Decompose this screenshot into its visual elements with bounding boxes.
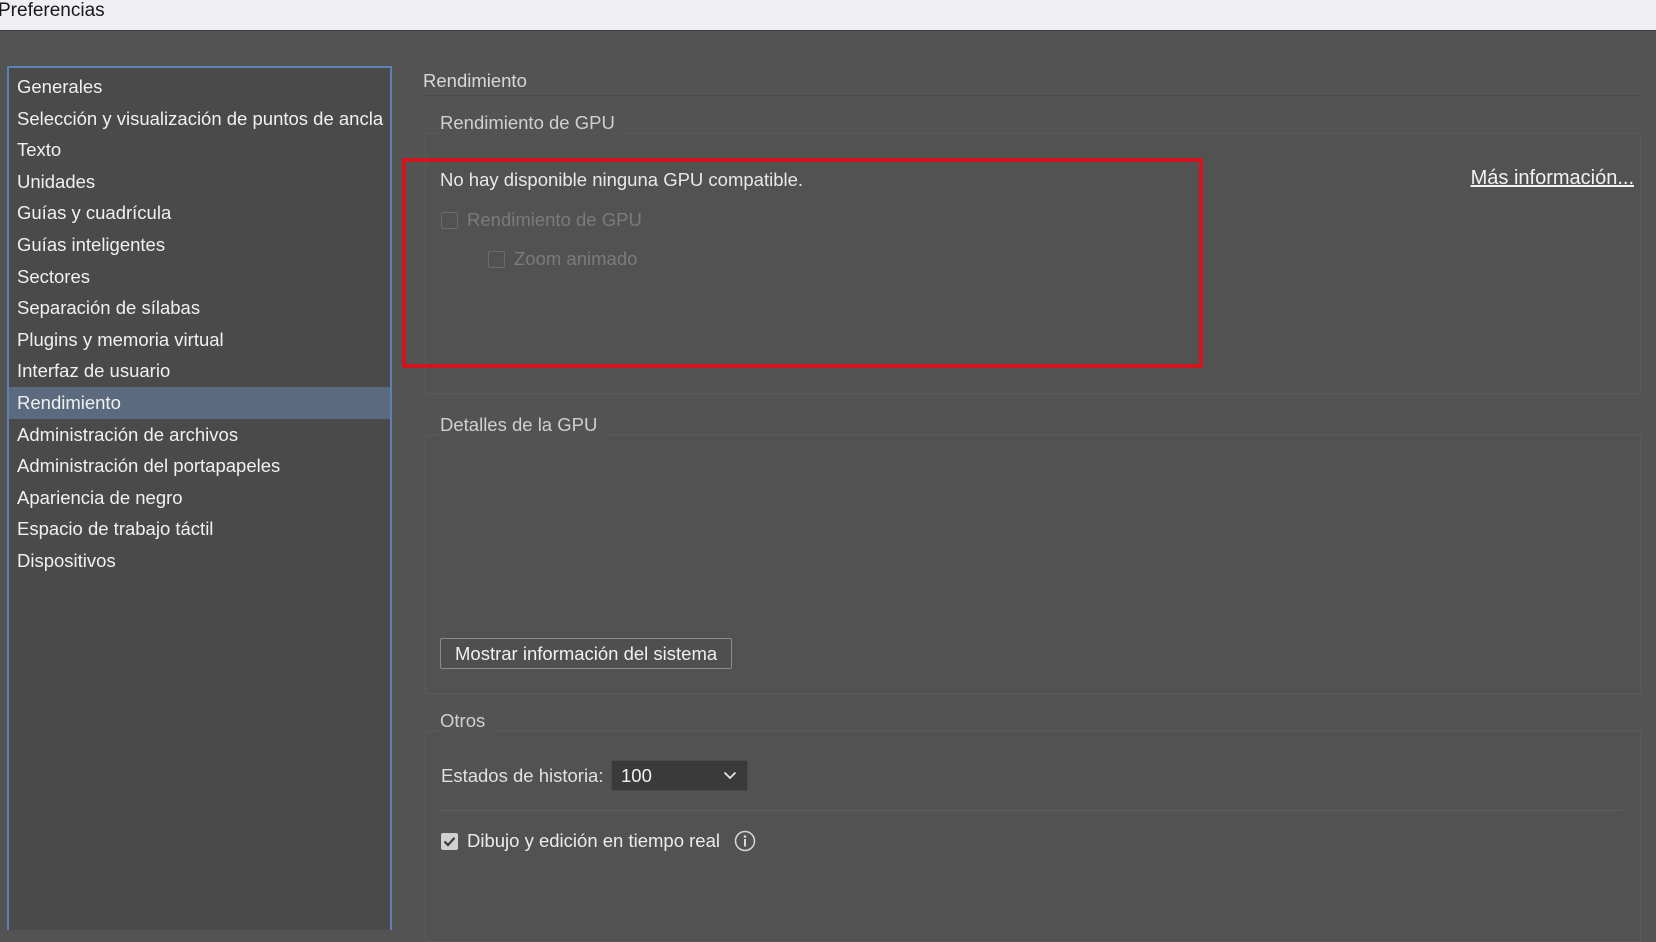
sidebar-item-guias-cuadricula[interactable]: Guías y cuadrícula [9,197,390,229]
sidebar-item-generales[interactable]: Generales [9,71,390,103]
sidebar-item-rendimiento[interactable]: Rendimiento [9,386,390,419]
window-title: Preferencias [0,0,105,21]
sidebar-item-dispositivos[interactable]: Dispositivos [9,545,390,577]
sidebar-item-texto[interactable]: Texto [9,134,390,166]
history-states-select[interactable]: 100 [611,760,748,791]
sidebar-item-espacio-tactil[interactable]: Espacio de trabajo táctil [9,513,390,545]
sidebar-item-sectores[interactable]: Sectores [9,261,390,293]
sidebar-item-plugins[interactable]: Plugins y memoria virtual [9,324,390,356]
title-divider [423,95,1643,96]
sidebar-item-apariencia-negro[interactable]: Apariencia de negro [9,482,390,514]
preferences-sidebar: Generales Selección y visualización de p… [7,66,392,930]
show-system-info-button[interactable]: Mostrar información del sistema [440,638,733,669]
page-title: Rendimiento [423,70,527,91]
check-icon [443,836,456,847]
others-group-label: Otros [440,710,492,732]
window-titlebar: Preferencias [0,0,1656,31]
sidebar-item-interfaz[interactable]: Interfaz de usuario [9,355,390,387]
history-states-value: 100 [621,765,652,786]
gpu-details-group-label: Detalles de la GPU [440,414,604,436]
more-info-link[interactable]: Más información... [1471,167,1634,190]
gpu-performance-group-label: Rendimiento de GPU [440,112,621,134]
animated-zoom-checkbox-label: Zoom animado [514,248,638,269]
others-divider [439,810,1623,811]
chevron-down-icon [723,761,737,790]
sidebar-item-guias-inteligentes[interactable]: Guías inteligentes [9,229,390,261]
gpu-performance-checkbox-label: Rendimiento de GPU [467,209,642,230]
info-icon[interactable] [734,830,756,852]
gpu-performance-checkbox-row[interactable]: Rendimiento de GPU [441,209,642,231]
sidebar-item-unidades[interactable]: Unidades [9,166,390,198]
live-drawing-checkbox-row[interactable]: Dibujo y edición en tiempo real [441,830,756,852]
history-states-label: Estados de historia: [441,765,604,786]
live-drawing-checkbox-label: Dibujo y edición en tiempo real [467,830,720,851]
sidebar-item-separacion-silabas[interactable]: Separación de sílabas [9,292,390,324]
sidebar-item-portapapeles[interactable]: Administración del portapapeles [9,450,390,482]
animated-zoom-checkbox[interactable] [488,250,505,268]
sidebar-item-archivos[interactable]: Administración de archivos [9,419,390,451]
gpu-unavailable-message: No hay disponible ninguna GPU compatible… [440,169,804,190]
live-drawing-checkbox[interactable] [441,832,458,850]
preferences-panel: Rendimiento Rendimiento de GPU Detalles … [402,66,1643,942]
gpu-performance-checkbox[interactable] [441,211,458,229]
sidebar-item-seleccion[interactable]: Selección y visualización de puntos de a… [9,103,390,135]
animated-zoom-checkbox-row[interactable]: Zoom animado [488,248,637,270]
